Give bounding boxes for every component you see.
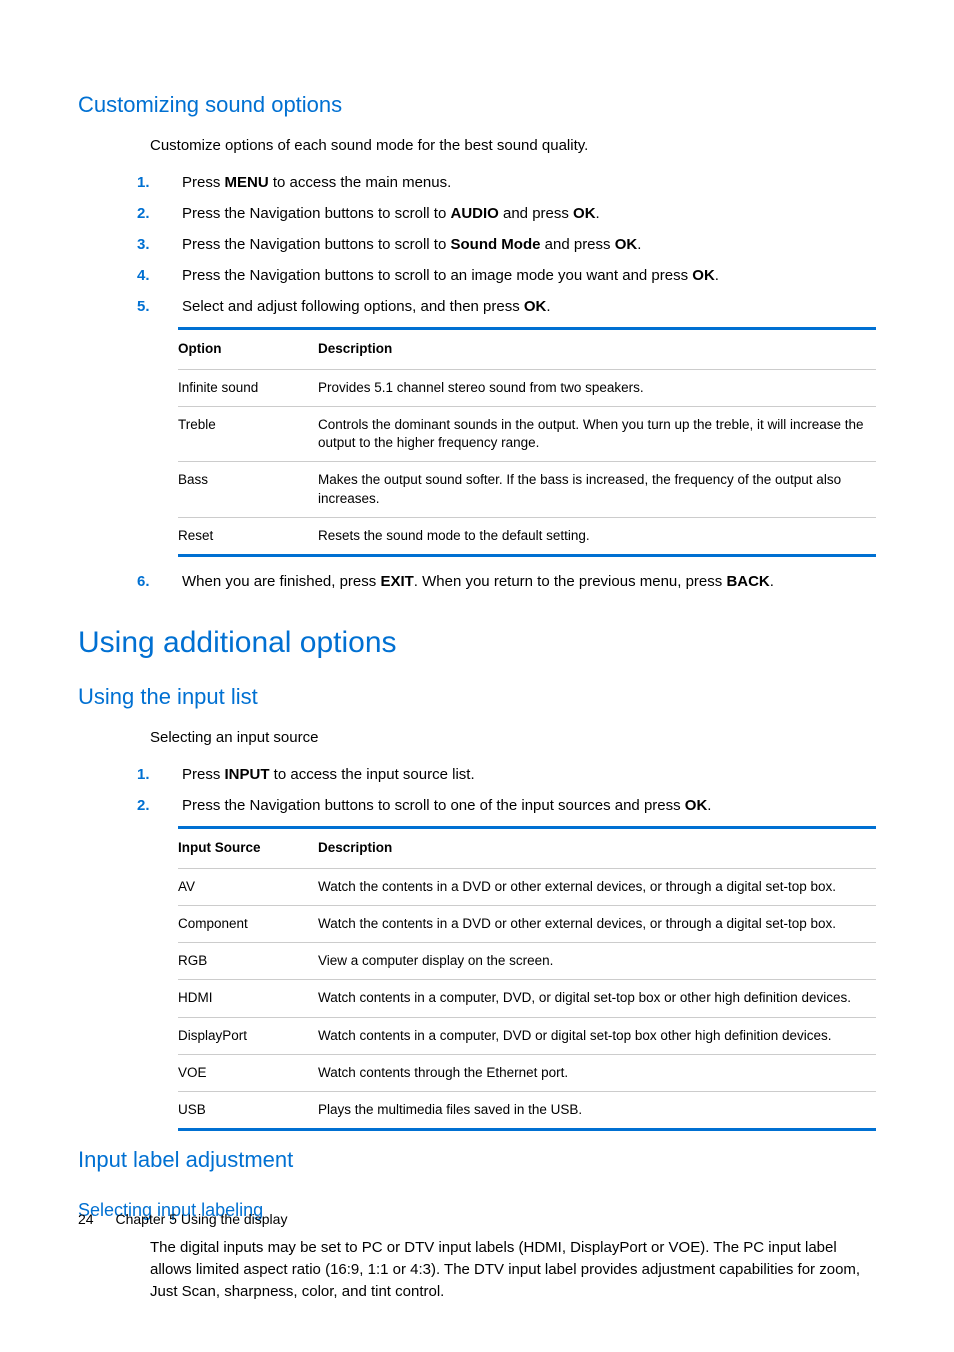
th-input-source: Input Source — [178, 827, 318, 868]
table-row: TrebleControls the dominant sounds in th… — [178, 406, 876, 461]
cell-input-source: RGB — [178, 943, 318, 980]
cell-option: Infinite sound — [178, 369, 318, 406]
step-number: 2. — [137, 203, 182, 224]
page-number: 24 — [78, 1211, 94, 1227]
step-text: Press the Navigation buttons to scroll t… — [182, 203, 876, 224]
step-number: 1. — [137, 172, 182, 193]
intro-customizing: Customize options of each sound mode for… — [150, 135, 876, 156]
cell-option: Reset — [178, 517, 318, 555]
cell-description: Watch contents in a computer, DVD or dig… — [318, 1017, 876, 1054]
list-item: 6.When you are finished, press EXIT. Whe… — [137, 571, 876, 592]
heading-input-list: Using the input list — [78, 682, 876, 713]
cell-description: Watch contents in a computer, DVD, or di… — [318, 980, 876, 1017]
cell-input-source: Component — [178, 905, 318, 942]
cell-input-source: VOE — [178, 1054, 318, 1091]
table-row: ResetResets the sound mode to the defaul… — [178, 517, 876, 555]
table-row: ComponentWatch the contents in a DVD or … — [178, 905, 876, 942]
cell-input-source: USB — [178, 1092, 318, 1130]
cell-description: Controls the dominant sounds in the outp… — [318, 406, 876, 461]
step-text: Press the Navigation buttons to scroll t… — [182, 265, 876, 286]
list-item: 5.Select and adjust following options, a… — [137, 296, 876, 317]
chapter-label: Chapter 5 Using the display — [115, 1211, 287, 1227]
table-input-sources: Input Source Description AVWatch the con… — [178, 826, 876, 1131]
list-item: 3.Press the Navigation buttons to scroll… — [137, 234, 876, 255]
table-row: BassMakes the output sound softer. If th… — [178, 462, 876, 517]
th-description-2: Description — [318, 827, 876, 868]
heading-input-label-adjustment: Input label adjustment — [78, 1145, 876, 1176]
page-footer: 24 Chapter 5 Using the display — [78, 1210, 287, 1230]
table-sound-options: Option Description Infinite soundProvide… — [178, 327, 876, 557]
list-item: 2.Press the Navigation buttons to scroll… — [137, 795, 876, 816]
cell-description: Watch the contents in a DVD or other ext… — [318, 868, 876, 905]
list-item: 4.Press the Navigation buttons to scroll… — [137, 265, 876, 286]
th-option: Option — [178, 328, 318, 369]
step6-customizing: 6.When you are finished, press EXIT. Whe… — [137, 571, 876, 592]
intro-input-list: Selecting an input source — [150, 727, 876, 748]
cell-description: Provides 5.1 channel stereo sound from t… — [318, 369, 876, 406]
heading-customizing-sound: Customizing sound options — [78, 90, 876, 121]
step-text: Press INPUT to access the input source l… — [182, 764, 876, 785]
cell-option: Treble — [178, 406, 318, 461]
cell-input-source: HDMI — [178, 980, 318, 1017]
step-text: Press MENU to access the main menus. — [182, 172, 876, 193]
table-row: DisplayPortWatch contents in a computer,… — [178, 1017, 876, 1054]
cell-description: Watch contents through the Ethernet port… — [318, 1054, 876, 1091]
cell-description: View a computer display on the screen. — [318, 943, 876, 980]
table-row: RGBView a computer display on the screen… — [178, 943, 876, 980]
step-text: When you are finished, press EXIT. When … — [182, 571, 876, 592]
table-row: AVWatch the contents in a DVD or other e… — [178, 868, 876, 905]
cell-input-source: DisplayPort — [178, 1017, 318, 1054]
step-number: 3. — [137, 234, 182, 255]
table-row: HDMIWatch contents in a computer, DVD, o… — [178, 980, 876, 1017]
list-item: 1.Press MENU to access the main menus. — [137, 172, 876, 193]
step-number: 4. — [137, 265, 182, 286]
list-item: 2.Press the Navigation buttons to scroll… — [137, 203, 876, 224]
list-item: 1.Press INPUT to access the input source… — [137, 764, 876, 785]
table-row: VOEWatch contents through the Ethernet p… — [178, 1054, 876, 1091]
step-text: Press the Navigation buttons to scroll t… — [182, 795, 876, 816]
cell-description: Makes the output sound softer. If the ba… — [318, 462, 876, 517]
th-description: Description — [318, 328, 876, 369]
cell-option: Bass — [178, 462, 318, 517]
step-number: 1. — [137, 764, 182, 785]
steps-customizing: 1.Press MENU to access the main menus.2.… — [137, 172, 876, 317]
cell-description: Plays the multimedia files saved in the … — [318, 1092, 876, 1130]
heading-additional-options: Using additional options — [78, 622, 876, 664]
step-text: Press the Navigation buttons to scroll t… — [182, 234, 876, 255]
step-text: Select and adjust following options, and… — [182, 296, 876, 317]
cell-description: Watch the contents in a DVD or other ext… — [318, 905, 876, 942]
cell-input-source: AV — [178, 868, 318, 905]
cell-description: Resets the sound mode to the default set… — [318, 517, 876, 555]
step-number: 5. — [137, 296, 182, 317]
steps-input-list: 1.Press INPUT to access the input source… — [137, 764, 876, 816]
step-number: 2. — [137, 795, 182, 816]
table-row: Infinite soundProvides 5.1 channel stere… — [178, 369, 876, 406]
table-row: USBPlays the multimedia files saved in t… — [178, 1092, 876, 1130]
step-number: 6. — [137, 571, 182, 592]
